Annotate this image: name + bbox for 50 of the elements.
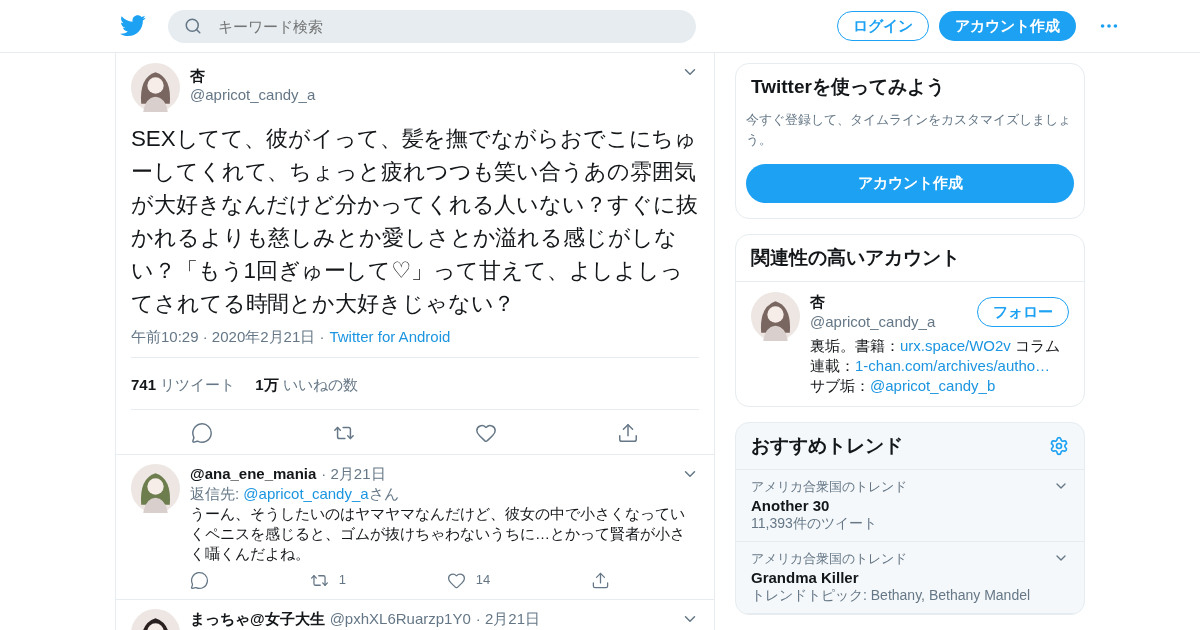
reply-text: うーん、そうしたいのはヤマヤマなんだけど、彼女の中で小さくなっていくペニスを感じると、ゴムが抜けちゃわないうちに…とかって賢者が小さく囁くんだよね。 — [190, 504, 686, 564]
card-text: 今すぐ登録して、タイムラインをカスタマイズしましょう。 — [746, 111, 1072, 149]
source-link[interactable]: Twitter for Android — [329, 328, 451, 347]
reply-icon[interactable] — [191, 422, 213, 444]
tweet-text: SEXしてて、彼がイって、髪を撫でながらおでこにちゅーしてくれて、ちょっと疲れつつも笑い合うあの雰囲気が大好きなんだけど分かってくれる人いない？すぐに抜かれるよりも慈しみとか愛しさとか溢れる感じがしない？「もう1回ぎゅーして♡」って甘えて、よしよしってされてる時間とか大好きじゃない？ — [131, 125, 699, 318]
reply-author-name[interactable]: まっちゃ@女子大生 — [190, 609, 325, 629]
trend-meta: トレンドトピック: Bethany, Bethany Mandel — [751, 587, 1032, 605]
settings-icon[interactable] — [1049, 436, 1069, 456]
account-name[interactable]: 杏 — [810, 292, 972, 312]
bird-logo[interactable] — [120, 15, 146, 37]
trend-meta: 11,393件のツイート — [751, 515, 878, 533]
author-name[interactable]: 杏 — [190, 67, 671, 86]
trend-context: アメリカ合衆国のトレンド — [751, 478, 908, 496]
reply-date[interactable]: · 2月21日 — [475, 609, 540, 629]
search-field[interactable]: キーワード検索 — [168, 9, 696, 43]
trend-context: アメリカ合衆国のトレンド — [751, 550, 908, 568]
like-count[interactable]: 1万 いいねの数 — [255, 376, 358, 395]
share-icon[interactable] — [617, 422, 639, 444]
bio-link[interactable]: 1-chan.com/archives/autho… — [855, 357, 1051, 374]
follow-button[interactable]: フォロー — [977, 297, 1069, 327]
reply-icon[interactable] — [190, 570, 209, 590]
search-icon — [184, 17, 202, 35]
like-icon[interactable] — [475, 422, 497, 444]
reply-to-text: 返信先: @apricot_candy_aさん — [190, 484, 400, 504]
account-handle[interactable]: @apricot_candy_a — [810, 312, 972, 332]
trend-item[interactable]: アメリカ合衆国のトレンド Another 30 11,393件のツイート — [736, 470, 1084, 542]
card-title: 関連性の高いアカウント — [750, 246, 961, 270]
bio-link[interactable]: urx.space/WO2v — [900, 337, 1011, 354]
retweet-count: 1 — [338, 571, 346, 589]
retweet-count[interactable]: 741 リツイート — [131, 376, 236, 395]
tweet-time: 午前10:29 · 2020年2月21日 · — [131, 328, 325, 347]
share-icon[interactable] — [591, 570, 610, 590]
search-input[interactable]: キーワード検索 — [216, 16, 680, 36]
like-icon[interactable] — [446, 570, 466, 590]
bio-link[interactable]: @apricot_candy_b — [870, 377, 996, 394]
card-title: おすすめトレンド — [750, 434, 904, 458]
card-title: Twitterを使ってみよう — [750, 75, 946, 99]
signup-button[interactable]: アカウント作成 — [746, 164, 1074, 203]
author-handle[interactable]: @apricot_candy_a — [190, 86, 671, 103]
reply-date[interactable]: · 2月21日 — [321, 464, 386, 484]
trend-name: Grandma Killer — [751, 569, 860, 586]
reply-author-handle[interactable]: @pxhXL6Ruarzp1Y0 — [329, 609, 471, 629]
account-bio: 裏垢。書籍：urx.space/WO2v コラム連載：1-chan.com/archives/autho… サブ垢：@apricot_candy_b — [810, 336, 1062, 396]
trend-name: Another 30 — [751, 497, 831, 514]
signup-button[interactable]: アカウント作成 — [939, 11, 1076, 41]
mention-link[interactable]: @apricot_candy_a — [243, 485, 369, 502]
reply-author-name[interactable]: @ana_ene_mania — [190, 464, 317, 484]
login-button[interactable]: ログイン — [837, 11, 929, 41]
like-count: 14 — [475, 571, 491, 589]
trend-item[interactable]: アメリカ合衆国のトレンド Grandma Killer トレンドトピック: Bethany, Bethany Mandel — [736, 542, 1084, 614]
